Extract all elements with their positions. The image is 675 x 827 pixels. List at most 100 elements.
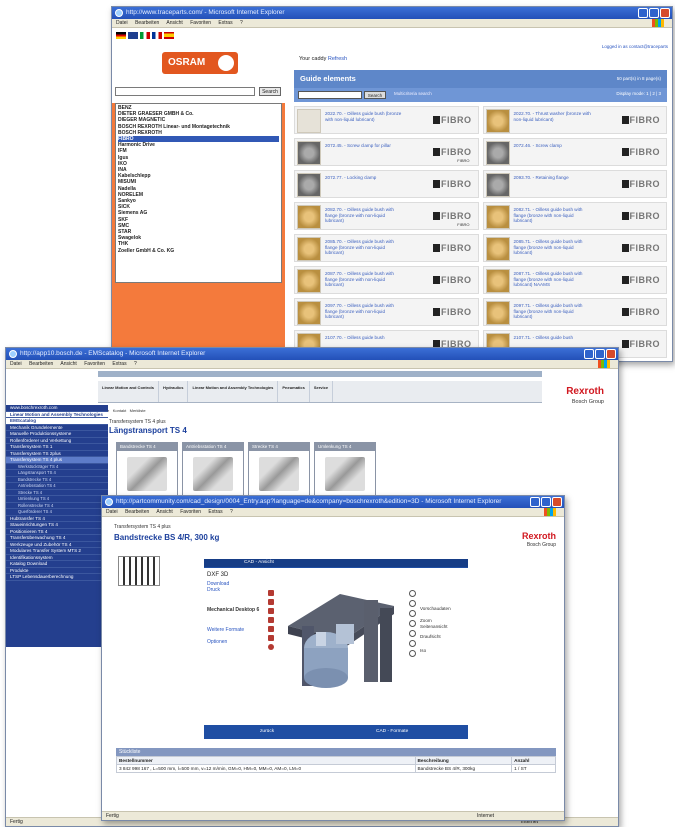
part-thumbnail[interactable]: [297, 237, 321, 261]
fit-icon[interactable]: [409, 610, 416, 617]
advanced-search-link[interactable]: Multicriteria search: [394, 91, 432, 96]
part-link[interactable]: 2097.70. - Oilless guide bush with flang…: [325, 303, 405, 320]
part-card[interactable]: 2097.71. - Oilless guide bush with flang…: [482, 298, 667, 326]
more-formats-link[interactable]: Weitere Formate: [207, 627, 259, 633]
view-icon[interactable]: [268, 635, 274, 641]
refresh-link[interactable]: Refresh: [328, 56, 347, 62]
top-view-label[interactable]: Draufsicht: [420, 634, 451, 640]
flag-it-icon[interactable]: [140, 32, 150, 39]
display-mode[interactable]: Display mode: 1 | 2 | 3: [616, 91, 661, 96]
sidebar-item[interactable]: LTSP Lebensdauerberechnung: [6, 574, 108, 581]
product-thumbnail[interactable]: [118, 556, 160, 586]
maximize-button[interactable]: [649, 8, 659, 18]
breadcrumb[interactable]: Transfersystem TS 4 plus: [114, 524, 171, 530]
flag-es-icon[interactable]: [164, 32, 174, 39]
maximize-button[interactable]: [595, 349, 605, 359]
watchlist-link[interactable]: Merkliste: [130, 408, 146, 413]
part-thumbnail[interactable]: [485, 301, 510, 325]
back-link[interactable]: zurück: [260, 725, 274, 739]
part-thumbnail[interactable]: [485, 269, 510, 293]
contact-link[interactable]: Kontakt: [113, 408, 127, 413]
menu-item[interactable]: Extras: [208, 509, 222, 515]
part-card[interactable]: 2082.71. - Oilless guide bush with flang…: [482, 202, 667, 230]
part-card[interactable]: 2093.70. - Retaining flange FIBRO: [482, 170, 667, 198]
iso-view-icon[interactable]: [409, 650, 416, 657]
part-link[interactable]: 2107.71. - Oilless guide bush: [514, 335, 594, 341]
menu-item[interactable]: Extras: [218, 20, 232, 26]
part-card[interactable]: 2072.77. - Locking clamp FIBRO: [294, 170, 479, 198]
flag-uk-icon[interactable]: [128, 32, 138, 39]
move-icon[interactable]: [409, 600, 416, 607]
menu-item[interactable]: Datei: [106, 509, 118, 515]
part-thumbnail[interactable]: [297, 109, 321, 133]
search-button[interactable]: Search: [259, 87, 281, 96]
close-button[interactable]: [552, 497, 562, 507]
minimize-button[interactable]: [638, 8, 648, 18]
view-icon[interactable]: [268, 590, 274, 596]
part-thumbnail[interactable]: [297, 205, 321, 229]
part-thumbnail[interactable]: [485, 237, 510, 261]
part-link[interactable]: 2022.70. - Thrust washer (bronze with no…: [514, 111, 594, 122]
menu-item[interactable]: Extras: [112, 361, 126, 367]
minimize-button[interactable]: [530, 497, 540, 507]
menu-item[interactable]: Bearbeiten: [29, 361, 53, 367]
part-card[interactable]: 2022.70. - Thrust washer (bronze with no…: [482, 106, 667, 134]
category-tile[interactable]: Antriebsstation TS 4: [182, 442, 244, 496]
part-card[interactable]: 2072.45. - Screw clamp for pillar FIBRO FI…: [294, 138, 479, 166]
menu-item[interactable]: Ansicht: [166, 20, 182, 26]
preview-label[interactable]: Vorschaudaten: [420, 606, 451, 612]
nav-tab[interactable]: Service: [310, 381, 334, 402]
part-link[interactable]: 2022.70. - Oilless guide bush (bronze wi…: [325, 111, 405, 122]
part-thumbnail[interactable]: [297, 269, 321, 293]
flag-de-icon[interactable]: [116, 32, 126, 39]
menu-item[interactable]: Favoriten: [190, 20, 211, 26]
part-thumbnail[interactable]: [485, 141, 510, 165]
part-card[interactable]: 2097.70. - Oilless guide bush with flang…: [294, 298, 479, 326]
part-link[interactable]: 2072.45. - Screw clamp for pillar: [325, 143, 405, 149]
part-link[interactable]: 2072.46. - Screw clamp: [514, 143, 594, 149]
menu-item[interactable]: Ansicht: [156, 509, 172, 515]
category-tile[interactable]: Strecke TS 4: [248, 442, 310, 496]
menu-item[interactable]: Bearbeiten: [135, 20, 159, 26]
close-button[interactable]: [660, 8, 670, 18]
nav-tab[interactable]: Hydraulics: [159, 381, 189, 402]
view-icon[interactable]: [268, 626, 274, 632]
menu-item[interactable]: Ansicht: [60, 361, 76, 367]
part-thumbnail[interactable]: [485, 173, 510, 197]
minimize-button[interactable]: [584, 349, 594, 359]
login-link[interactable]: Logged in as contact@traceparts: [602, 44, 668, 49]
search-input[interactable]: [115, 87, 255, 96]
rotate-icon[interactable]: [409, 590, 416, 597]
close-button[interactable]: [606, 349, 616, 359]
manufacturer-item[interactable]: Zoeller GmbH & Co. KG: [118, 248, 279, 254]
view-icon[interactable]: [268, 644, 274, 650]
part-thumbnail[interactable]: [297, 173, 321, 197]
filter-input[interactable]: [298, 91, 362, 99]
cad-formats-link[interactable]: CAD - Formate: [376, 725, 408, 739]
category-tile[interactable]: Umlenkung TS 4: [314, 442, 376, 496]
maximize-button[interactable]: [541, 497, 551, 507]
view-icon[interactable]: [268, 617, 274, 623]
part-card[interactable]: 2087.70. - Oilless guide bush with flang…: [294, 266, 479, 294]
nav-tab[interactable]: Pneumatics: [278, 381, 310, 402]
part-card[interactable]: 2082.70. - Oilless guide bush with flang…: [294, 202, 479, 230]
part-link[interactable]: 2072.77. - Locking clamp: [325, 175, 405, 181]
options-link[interactable]: Optionen: [207, 639, 259, 645]
part-link[interactable]: 2097.71. - Oilless guide bush with flang…: [514, 303, 594, 320]
table-row[interactable]: 3 842 998 167 , L=500 mm, l=500 mm, v=12…: [116, 764, 556, 773]
part-card[interactable]: 2022.70. - Oilless guide bush (bronze wi…: [294, 106, 479, 134]
part-link[interactable]: 2107.70. - Oilless guide bush: [325, 335, 405, 341]
part-card[interactable]: 2087.71. - Oilless guide bush with flang…: [482, 266, 667, 294]
filter-search-button[interactable]: Search: [364, 91, 386, 99]
nav-tab[interactable]: Linear Motion and Assembly Technologies: [188, 381, 279, 402]
part-thumbnail[interactable]: [297, 141, 321, 165]
part-card[interactable]: 2072.46. - Screw clamp FIBRO: [482, 138, 667, 166]
side-view-icon[interactable]: [409, 630, 416, 637]
zoom-icon[interactable]: [409, 620, 416, 627]
part-link[interactable]: 2087.70. - Oilless guide bush with flang…: [325, 271, 405, 288]
side-view-label[interactable]: Seitenansicht: [420, 624, 451, 630]
part-link[interactable]: 2087.71. - Oilless guide bush with flang…: [514, 271, 594, 288]
flag-fr-icon[interactable]: [152, 32, 162, 39]
part-link[interactable]: 2082.71. - Oilless guide bush with flang…: [514, 207, 594, 224]
menu-item[interactable]: ?: [134, 361, 137, 367]
